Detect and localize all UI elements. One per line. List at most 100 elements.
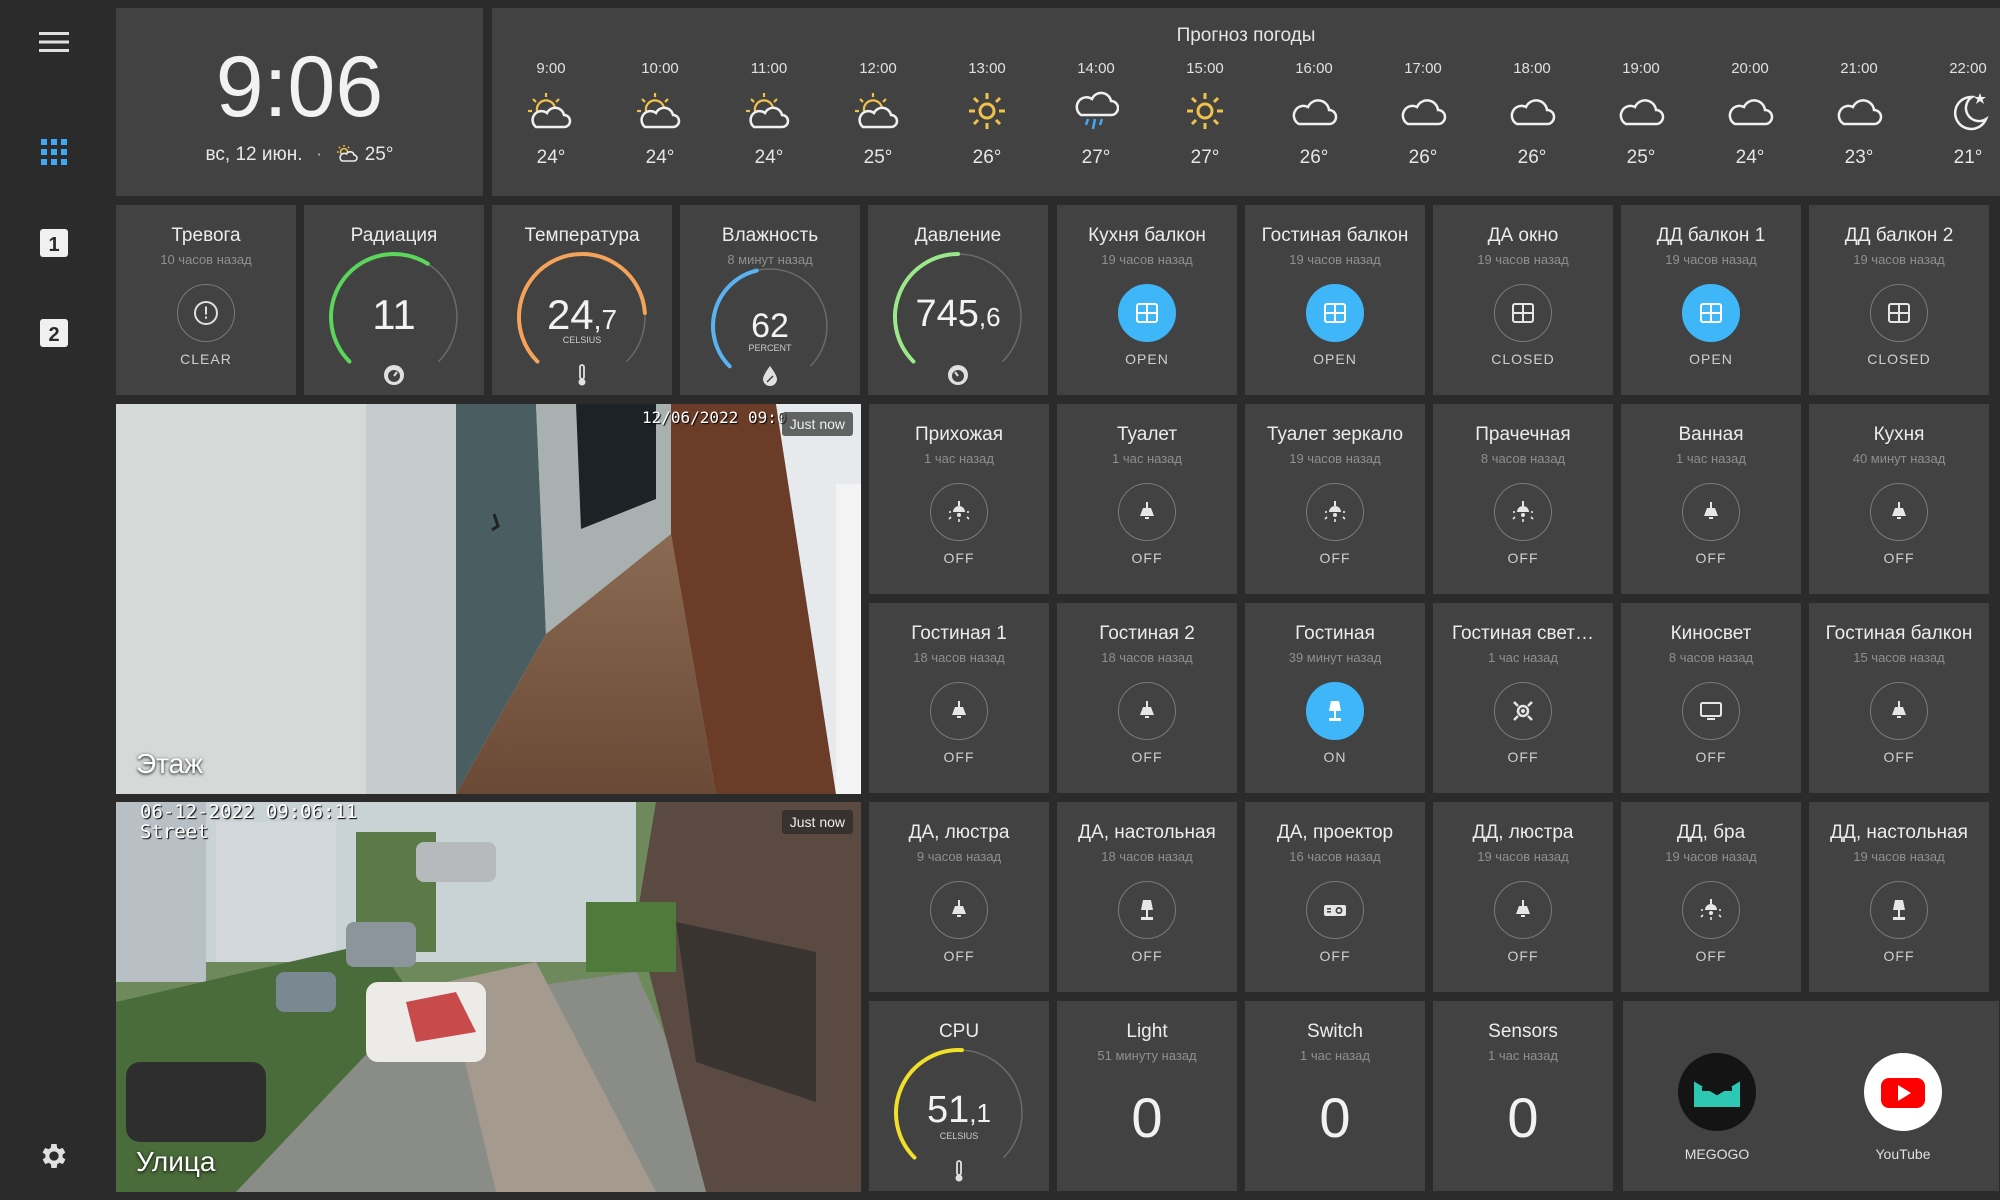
lamp-icon[interactable] xyxy=(1870,682,1928,740)
temperature-int: 24 xyxy=(546,291,594,338)
window-icon[interactable] xyxy=(1682,284,1740,342)
tile-kitchen[interactable]: Кухня 40 минут назад OFF xyxy=(1809,404,1989,594)
tile-living[interactable]: Гостиная 39 минут назад ON xyxy=(1245,603,1425,793)
camera-street[interactable]: 06-12-2022 09:06:11 Street Just now Улиц… xyxy=(116,802,861,1192)
tile-cinema-light[interactable]: Киносвет 8 часов назад OFF xyxy=(1621,603,1801,793)
ceiling-light-icon[interactable] xyxy=(1306,483,1364,541)
tile-dd-sconce[interactable]: ДД, бра 19 часов назад OFF xyxy=(1621,802,1801,992)
forecast-temp: 25° xyxy=(1626,147,1656,168)
window-icon[interactable] xyxy=(1306,284,1364,342)
youtube-app[interactable]: YouTube xyxy=(1853,1053,1953,1162)
lamp-icon[interactable] xyxy=(930,881,988,939)
tile-bathroom[interactable]: Ванная 1 час назад OFF xyxy=(1621,404,1801,594)
floor-lamp-icon[interactable] xyxy=(1870,881,1928,939)
window-icon[interactable] xyxy=(1494,284,1552,342)
tile-toilet[interactable]: Туалет 1 час назад OFF xyxy=(1057,404,1237,594)
settings-icon[interactable] xyxy=(24,1126,84,1186)
sunny-icon xyxy=(952,81,1022,141)
forecast-temp: 27° xyxy=(1190,147,1220,168)
counter-updated: 51 минуту назад xyxy=(1097,1048,1197,1063)
tile-kitchen-balcony[interactable]: Кухня балкон 19 часов назад OPEN xyxy=(1057,205,1237,395)
lamp-icon[interactable] xyxy=(1870,483,1928,541)
forecast-hour: 16:00 26° xyxy=(1279,60,1349,169)
rain-icon xyxy=(1061,81,1131,141)
tile-laundry[interactable]: Прачечная 8 часов назад OFF xyxy=(1433,404,1613,594)
alarm-tile[interactable]: Тревога 10 часов назад CLEAR xyxy=(116,205,296,395)
youtube-icon xyxy=(1864,1053,1942,1131)
tile-updated: 16 часов назад xyxy=(1289,849,1381,864)
radiation-tile[interactable]: Радиация 11 xyxy=(304,205,484,395)
page-1-icon[interactable]: 1 xyxy=(24,213,84,273)
sensors-counter[interactable]: Sensors 1 час назад 0 xyxy=(1433,1001,1613,1191)
apps-tile: MEGOGO YouTube xyxy=(1623,1001,1999,1191)
cpu-unit: CELSIUS xyxy=(939,1131,979,1141)
pressure-value: 745,6 xyxy=(868,293,1048,336)
humidity-tile[interactable]: Влажность 8 минут назад 62 PERCENT xyxy=(680,205,860,395)
tile-da-projector[interactable]: ДА, проектор 16 часов назад OFF xyxy=(1245,802,1425,992)
camera-floor[interactable]: 12/06/2022 09:0 Just now Этаж xyxy=(116,404,861,794)
lamp-icon[interactable] xyxy=(1494,881,1552,939)
camera-floor-image xyxy=(116,404,861,794)
tile-living-2[interactable]: Гостиная 2 18 часов назад OFF xyxy=(1057,603,1237,793)
monitor-icon[interactable] xyxy=(1682,682,1740,740)
floor-lamp-icon[interactable] xyxy=(1306,682,1364,740)
tile-da-chandelier[interactable]: ДА, люстра 9 часов назад OFF xyxy=(869,802,1049,992)
tile-dd-desk[interactable]: ДД, настольная 19 часов назад OFF xyxy=(1809,802,1989,992)
menu-icon[interactable] xyxy=(24,12,84,72)
counter-title: Light xyxy=(1126,1021,1168,1042)
megogo-app[interactable]: MEGOGO xyxy=(1667,1053,1767,1162)
counter-title: Switch xyxy=(1307,1021,1363,1042)
tile-living-light[interactable]: Гостиная свет… 1 час назад OFF xyxy=(1433,603,1613,793)
ceiling-light-icon[interactable] xyxy=(1494,483,1552,541)
lamp-icon[interactable] xyxy=(1118,483,1176,541)
lamp-icon[interactable] xyxy=(1682,483,1740,541)
tile-da-window[interactable]: ДА окно 19 часов назад CLOSED xyxy=(1433,205,1613,395)
tile-dd-balcony-2[interactable]: ДД балкон 2 19 часов назад CLOSED xyxy=(1809,205,1989,395)
tile-state: OFF xyxy=(1131,948,1163,964)
tile-dd-balcony-1[interactable]: ДД балкон 1 19 часов назад OPEN xyxy=(1621,205,1801,395)
forecast-time: 16:00 xyxy=(1295,60,1333,77)
cpu-int: 51 xyxy=(927,1089,970,1131)
forecast-time: 10:00 xyxy=(641,60,679,77)
speedometer-icon xyxy=(946,363,970,392)
alarm-state: CLEAR xyxy=(180,351,232,367)
tile-toilet-mirror[interactable]: Туалет зеркало 19 часов назад OFF xyxy=(1245,404,1425,594)
forecast-temp: 26° xyxy=(1299,147,1329,168)
forecast-time: 15:00 xyxy=(1186,60,1224,77)
window-icon[interactable] xyxy=(1118,284,1176,342)
page-2-icon[interactable]: 2 xyxy=(24,303,84,363)
temperature-tile[interactable]: Температура 24,7 CELSIUS xyxy=(492,205,672,395)
projector-icon[interactable] xyxy=(1306,881,1364,939)
spotlight-icon[interactable] xyxy=(1494,682,1552,740)
tile-living-1[interactable]: Гостиная 1 18 часов назад OFF xyxy=(869,603,1049,793)
tile-title: ДД балкон 2 xyxy=(1844,225,1954,246)
tile-state: OPEN xyxy=(1125,351,1169,367)
pressure-tile[interactable]: Давление 745,6 xyxy=(868,205,1048,395)
tile-dd-chandelier[interactable]: ДД, люстра 19 часов назад OFF xyxy=(1433,802,1613,992)
night-icon xyxy=(1933,81,2000,141)
tile-living-balcony-light[interactable]: Гостиная балкон 15 часов назад OFF xyxy=(1809,603,1989,793)
window-icon[interactable] xyxy=(1870,284,1928,342)
clock-tile: 9:06 вс, 12 июн. · 25° xyxy=(116,8,483,196)
counter-updated: 1 час назад xyxy=(1300,1048,1370,1063)
ceiling-light-icon[interactable] xyxy=(930,483,988,541)
forecast-hour: 22:00 21° xyxy=(1933,60,2000,169)
floor-lamp-icon[interactable] xyxy=(1118,881,1176,939)
ceiling-light-icon[interactable] xyxy=(1682,881,1740,939)
tile-living-balcony[interactable]: Гостиная балкон 19 часов назад OPEN xyxy=(1245,205,1425,395)
switch-counter[interactable]: Switch 1 час назад 0 xyxy=(1245,1001,1425,1191)
forecast-temp: 26° xyxy=(1517,147,1547,168)
partly-cloudy-icon xyxy=(843,81,913,141)
tile-hallway[interactable]: Прихожая 1 час назад OFF xyxy=(869,404,1049,594)
weather-temp: 25° xyxy=(364,144,394,165)
lamp-icon[interactable] xyxy=(930,682,988,740)
cpu-dec: ,1 xyxy=(969,1098,991,1128)
tile-da-desk[interactable]: ДА, настольная 18 часов назад OFF xyxy=(1057,802,1237,992)
tile-updated: 1 час назад xyxy=(1488,650,1558,665)
cpu-tile[interactable]: CPU 51,1 CELSIUS xyxy=(869,1001,1049,1191)
tile-title: Туалет зеркало xyxy=(1266,424,1404,445)
light-counter[interactable]: Light 51 минуту назад 0 xyxy=(1057,1001,1237,1191)
grid-view-icon[interactable] xyxy=(24,122,84,182)
forecast-time: 13:00 xyxy=(968,60,1006,77)
lamp-icon[interactable] xyxy=(1118,682,1176,740)
